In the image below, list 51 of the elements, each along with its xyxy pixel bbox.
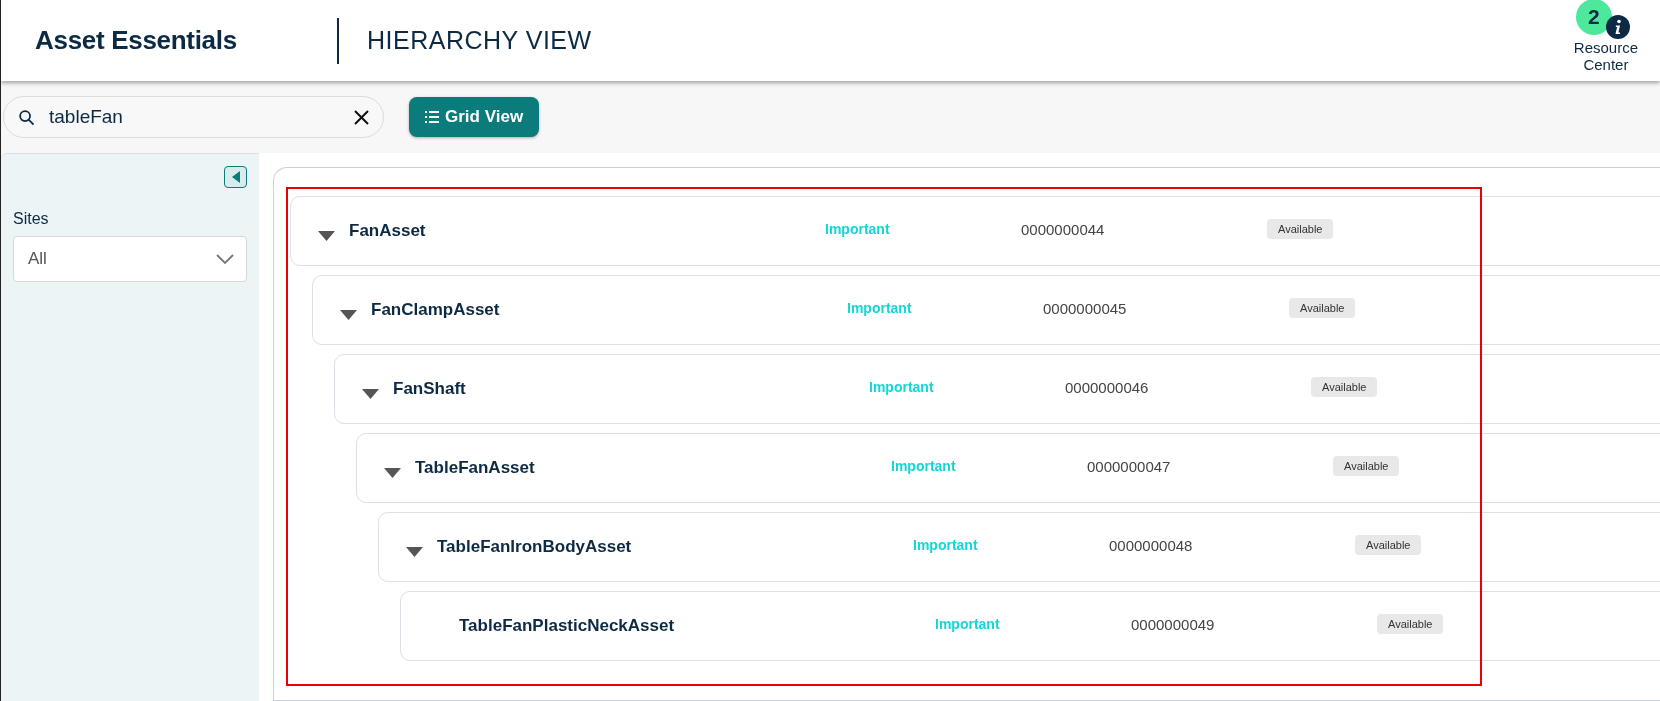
search-field[interactable]: tableFan [47, 105, 342, 129]
status-badge: Available [1289, 298, 1356, 318]
tree-row[interactable]: TableFanPlasticNeckAsset Important 0000000049 Available [400, 591, 1660, 661]
search-icon [18, 108, 35, 126]
asset-name: TableFanIronBodyAsset [437, 537, 633, 557]
brand-name: Asset Essentials [35, 25, 238, 56]
priority-label: Important [935, 616, 1001, 632]
asset-name: TableFanAsset [415, 458, 536, 478]
tree-row[interactable]: FanShaft Important 0000000046 Available [334, 354, 1660, 424]
caret-icon[interactable] [384, 468, 401, 478]
tree-row[interactable]: FanClampAsset Important 0000000045 Available [312, 275, 1660, 345]
info-icon [1605, 14, 1630, 39]
tree-row[interactable]: FanAsset Important 0000000044 Available [290, 196, 1660, 266]
chevron-down-icon [216, 254, 234, 264]
sites-dropdown[interactable]: All [13, 236, 247, 282]
status-badge: Available [1355, 535, 1422, 555]
resource-center-button[interactable]: Resource Center [1573, 38, 1638, 73]
asset-name: FanAsset [349, 221, 427, 241]
count-badge: 2 [1575, 0, 1612, 35]
status-badge: Available [1377, 614, 1444, 634]
asset-number: 0000000045 [1043, 299, 1128, 317]
asset-number: 0000000047 [1087, 457, 1172, 475]
caret-left-icon [231, 171, 240, 183]
tree-row[interactable]: TableFanAsset Important 0000000047 Available [356, 433, 1660, 503]
asset-name: FanShaft [393, 379, 467, 399]
caret-icon[interactable] [340, 310, 357, 320]
asset-number: 0000000048 [1109, 536, 1194, 554]
asset-name: TableFanPlasticNeckAsset [459, 616, 676, 636]
priority-label: Important [825, 221, 891, 237]
tree-row[interactable]: TableFanIronBodyAsset Important 0000000048 Available [378, 512, 1660, 582]
caret-icon[interactable] [362, 389, 379, 399]
list-icon [425, 111, 439, 123]
collapse-button[interactable] [224, 166, 247, 188]
caret-icon[interactable] [406, 547, 423, 557]
sites-label: Sites [13, 210, 50, 228]
asset-name: FanClampAsset [371, 300, 501, 320]
priority-label: Important [913, 537, 979, 553]
page-title: HIERARCHY VIEW [367, 26, 593, 55]
asset-number: 0000000049 [1131, 615, 1216, 633]
close-icon[interactable] [354, 109, 369, 125]
status-badge: Available [1311, 377, 1378, 397]
priority-label: Important [847, 300, 913, 316]
caret-icon[interactable] [318, 231, 335, 241]
asset-number: 0000000046 [1065, 378, 1150, 396]
priority-label: Important [869, 379, 935, 395]
grid-view-button[interactable]: Grid View [409, 97, 540, 137]
status-badge: Available [1267, 219, 1334, 239]
status-badge: Available [1333, 456, 1400, 476]
asset-number: 0000000044 [1021, 220, 1106, 238]
priority-label: Important [891, 458, 957, 474]
search-bar[interactable]: tableFan [3, 96, 384, 138]
